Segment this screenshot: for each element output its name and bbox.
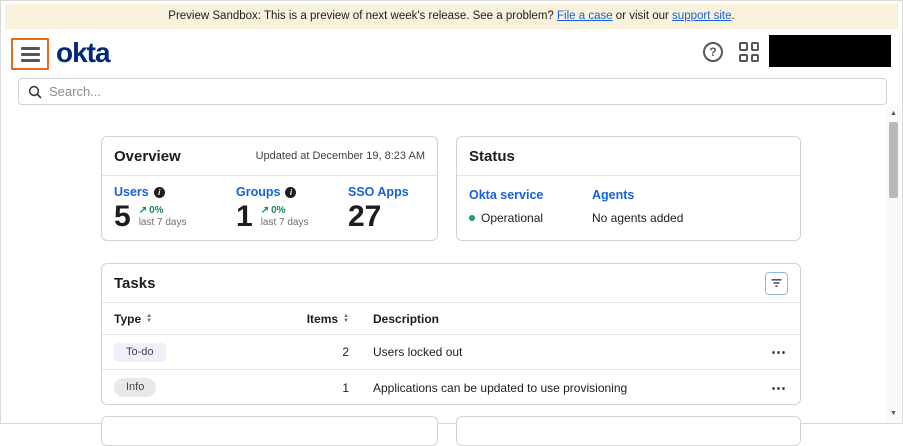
status-card: Status Okta service Operational Agents N… bbox=[456, 136, 801, 241]
row-items-count: 2 bbox=[294, 345, 349, 359]
sso-apps-link[interactable]: SSO Apps bbox=[348, 185, 409, 199]
banner-text-middle: or visit our bbox=[613, 10, 672, 22]
sort-icon: ▲▼ bbox=[146, 314, 152, 324]
scroll-up-arrow-icon[interactable]: ▲ bbox=[886, 108, 901, 120]
search-bar bbox=[18, 78, 887, 105]
column-header-type[interactable]: Type ▲▼ bbox=[114, 312, 294, 326]
hamburger-icon bbox=[21, 47, 40, 62]
grid-square-icon bbox=[751, 54, 760, 63]
file-a-case-link[interactable]: File a case bbox=[557, 10, 613, 22]
trend-up-icon: ↗ bbox=[139, 205, 147, 216]
filter-button[interactable] bbox=[765, 272, 788, 295]
groups-period: last 7 days bbox=[261, 217, 309, 228]
operational-status-icon bbox=[469, 215, 475, 221]
banner-text: Preview Sandbox: This is a preview of ne… bbox=[168, 10, 557, 22]
tasks-table-header: Type ▲▼ Items ▲▼ Description bbox=[102, 303, 800, 335]
row-items-count: 1 bbox=[294, 381, 349, 395]
question-mark-icon: ? bbox=[709, 45, 716, 59]
row-description: Applications can be updated to use provi… bbox=[349, 381, 758, 395]
stat-users: Users i 5 ↗0% last 7 days bbox=[114, 185, 236, 233]
status-title: Status bbox=[469, 148, 515, 165]
users-trend: 0% bbox=[149, 205, 163, 216]
tasks-title: Tasks bbox=[114, 275, 155, 292]
stat-sso-apps: SSO Apps 27 bbox=[348, 185, 425, 233]
partial-card bbox=[456, 416, 801, 446]
tasks-card: Tasks Type ▲▼ Items ▲▼ Description bbox=[101, 263, 801, 405]
preview-sandbox-banner: Preview Sandbox: This is a preview of ne… bbox=[5, 4, 898, 29]
help-button[interactable]: ? bbox=[703, 42, 723, 62]
partial-card bbox=[101, 416, 438, 446]
table-row: To-do 2 Users locked out ⋯ bbox=[102, 335, 800, 370]
app-header: okta ? bbox=[1, 29, 902, 77]
search-icon bbox=[28, 85, 42, 99]
column-header-description: Description bbox=[349, 312, 758, 326]
banner-text-end: . bbox=[732, 10, 735, 22]
grid-square-icon bbox=[739, 42, 748, 51]
todo-badge: To-do bbox=[114, 343, 166, 362]
search-input[interactable] bbox=[49, 84, 877, 99]
filter-icon bbox=[771, 279, 782, 288]
grid-square-icon bbox=[751, 42, 760, 51]
grid-square-icon bbox=[739, 54, 748, 63]
menu-button[interactable] bbox=[11, 38, 49, 70]
column-header-items[interactable]: Items ▲▼ bbox=[294, 312, 349, 326]
okta-logo[interactable]: okta bbox=[56, 39, 110, 67]
agents-status: Agents No agents added bbox=[592, 188, 788, 225]
overview-title: Overview bbox=[114, 148, 181, 165]
info-icon[interactable]: i bbox=[154, 187, 165, 198]
users-period: last 7 days bbox=[139, 217, 187, 228]
stat-groups: Groups i 1 ↗0% last 7 days bbox=[236, 185, 348, 233]
info-badge: Info bbox=[114, 378, 156, 397]
agents-value: No agents added bbox=[592, 211, 683, 225]
row-actions-button[interactable]: ⋯ bbox=[769, 341, 788, 363]
groups-count: 1 bbox=[236, 201, 253, 233]
support-site-link[interactable]: support site bbox=[672, 10, 731, 22]
scrollbar-thumb[interactable] bbox=[889, 122, 898, 198]
users-link[interactable]: Users bbox=[114, 185, 149, 199]
apps-grid-button[interactable] bbox=[739, 42, 759, 62]
okta-service-value: Operational bbox=[481, 211, 543, 225]
okta-service-status: Okta service Operational bbox=[469, 188, 592, 225]
okta-service-link[interactable]: Okta service bbox=[469, 188, 592, 202]
users-count: 5 bbox=[114, 201, 131, 233]
dashboard-main: Overview Updated at December 19, 8:23 AM… bbox=[101, 136, 801, 446]
ellipsis-icon: ⋯ bbox=[771, 380, 786, 397]
trend-up-icon: ↗ bbox=[261, 205, 269, 216]
agents-link[interactable]: Agents bbox=[592, 188, 788, 202]
vertical-scrollbar[interactable]: ▲ ▼ bbox=[886, 106, 901, 422]
scroll-down-arrow-icon[interactable]: ▼ bbox=[886, 408, 901, 420]
overview-card: Overview Updated at December 19, 8:23 AM… bbox=[101, 136, 438, 241]
sso-apps-count: 27 bbox=[348, 201, 381, 233]
overview-updated-text: Updated at December 19, 8:23 AM bbox=[256, 150, 425, 162]
row-description: Users locked out bbox=[349, 345, 758, 359]
row-actions-button[interactable]: ⋯ bbox=[769, 377, 788, 399]
groups-trend: 0% bbox=[271, 205, 285, 216]
ellipsis-icon: ⋯ bbox=[771, 344, 786, 361]
info-icon[interactable]: i bbox=[285, 187, 296, 198]
groups-link[interactable]: Groups bbox=[236, 185, 280, 199]
table-row: Info 1 Applications can be updated to us… bbox=[102, 370, 800, 405]
account-menu-redacted[interactable] bbox=[769, 35, 891, 67]
